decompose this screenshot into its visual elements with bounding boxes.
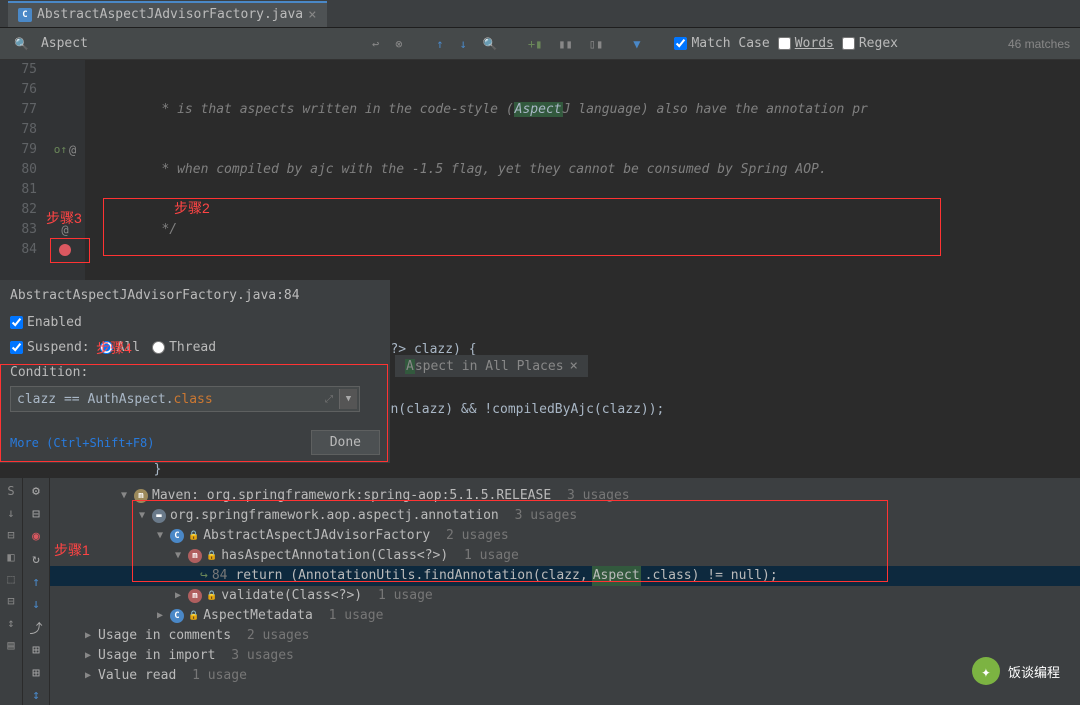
override-icon[interactable]: o↑ [54, 140, 67, 160]
tree-row[interactable]: m🔒validate(Class<?>) 1 usage [50, 586, 1080, 606]
pin-icon[interactable]: ◉ [26, 527, 46, 546]
breakpoint-popup: AbstractAspectJAdvisorFactory.java:84 En… [0, 280, 390, 463]
annotation-icon: @ [69, 140, 76, 160]
rerun-icon[interactable]: ↻ [26, 550, 46, 569]
export-icon[interactable]: ⤴ [26, 618, 46, 637]
tab-filename: AbstractAspectJAdvisorFactory.java [37, 7, 303, 22]
condition-dropdown-icon[interactable]: ▼ [339, 389, 357, 409]
tree-row-selected[interactable]: ↪84return (AnnotationUtils.findAnnotatio… [50, 566, 1080, 586]
tree-row[interactable]: Usage in comments 2 usages [50, 626, 1080, 646]
prev-icon[interactable]: ↑ [26, 573, 46, 592]
tool-icon[interactable]: ⬚ [4, 572, 18, 586]
find-toolbar: 🔍 ↩ ⊗ ↑ ↓ 🔍 +▮ ▮▮ ▯▮ ▼ Match Case Words … [0, 28, 1080, 60]
class-icon: C [170, 609, 184, 623]
tree-row[interactable]: Usage in import 3 usages [50, 646, 1080, 666]
match-case-checkbox[interactable]: Match Case [674, 36, 769, 51]
search-icon: 🔍 [10, 37, 33, 51]
more-options-link[interactable]: More (Ctrl+Shift+F8) [10, 436, 155, 450]
tool-icon[interactable]: ↓ [4, 506, 18, 520]
breakpoint-location: AbstractAspectJAdvisorFactory.java:84 [10, 288, 380, 303]
find-input[interactable] [41, 36, 351, 51]
code-editor[interactable]: 757677 787980 818283 84 o↑@ @ * is that … [0, 60, 1080, 280]
code-area[interactable]: * is that aspects written in the code-st… [85, 60, 1080, 280]
enabled-checkbox[interactable]: Enabled [10, 315, 82, 330]
suspend-thread-radio[interactable]: Thread [152, 340, 216, 355]
package-icon: ▬ [152, 509, 166, 523]
condition-label: Condition: [10, 365, 380, 380]
tool-icon[interactable]: ↕ [4, 616, 18, 630]
suspend-checkbox[interactable]: Suspend: [10, 340, 90, 355]
done-button[interactable]: Done [311, 430, 380, 455]
lock-icon: 🔒 [206, 546, 217, 566]
regex-checkbox[interactable]: Regex [842, 36, 898, 51]
suspend-all-radio[interactable]: All [100, 340, 140, 355]
history-icon[interactable]: ↩ [368, 37, 383, 51]
tree-row[interactable]: m🔒hasAspectAnnotation(Class<?>) 1 usage [50, 546, 1080, 566]
file-tab[interactable]: C AbstractAspectJAdvisorFactory.java × [8, 1, 327, 27]
expand-icon[interactable]: ⊞ [26, 664, 46, 683]
close-tab-icon[interactable]: × [308, 7, 316, 23]
select-all-icon[interactable]: ▮▮ [554, 37, 576, 51]
filter-icon[interactable]: ▼ [629, 37, 644, 51]
lock-icon: 🔒 [206, 586, 217, 606]
tool-icon[interactable]: ▤ [4, 638, 18, 652]
tool-icon[interactable]: ◧ [4, 550, 18, 564]
prev-match-icon[interactable]: ↑ [432, 37, 447, 51]
watermark-text: 饭谈编程 [1008, 662, 1060, 681]
lock-icon: 🔒 [188, 526, 199, 546]
condition-input[interactable]: clazz == AuthAspect.class ⤢ ▼ [10, 386, 360, 412]
annotation-icon: @ [61, 220, 68, 240]
method-icon: m [188, 549, 202, 563]
lock-icon: 🔒 [188, 606, 199, 626]
find-all-icon[interactable]: 🔍 [479, 37, 502, 51]
settings-icon[interactable]: ⚙ [26, 482, 46, 501]
gutter-icons: o↑@ @ [45, 60, 85, 280]
next-match-icon[interactable]: ↓ [456, 37, 471, 51]
java-file-icon: C [18, 8, 32, 22]
tool-icon[interactable]: ⊟ [4, 528, 18, 542]
watermark: ✦ 饭谈编程 [972, 657, 1060, 685]
wechat-icon: ✦ [972, 657, 1000, 685]
close-icon[interactable]: × [570, 358, 578, 374]
clear-icon[interactable]: ⊗ [391, 37, 406, 51]
breakpoint-icon[interactable] [59, 244, 71, 256]
line-number-gutter: 757677 787980 818283 84 [0, 60, 45, 280]
usages-left-gutter: S ↓ ⊟ ◧ ⬚ ⊟ ↕ ▤ [0, 478, 22, 705]
tree-row[interactable]: mMaven: org.springframework:spring-aop:5… [50, 486, 1080, 506]
tree-row[interactable]: C🔒AbstractAspectJAdvisorFactory 2 usages [50, 526, 1080, 546]
find-usages-tab[interactable]: Aspect in All Places × [395, 355, 588, 377]
tool-icon[interactable]: ⊟ [4, 594, 18, 608]
remove-selection-icon[interactable]: ▯▮ [585, 37, 607, 51]
method-icon: m [188, 589, 202, 603]
tree-row[interactable]: Value read 1 usage [50, 666, 1080, 686]
tree-row[interactable]: C🔒AspectMetadata 1 usage [50, 606, 1080, 626]
class-icon: C [170, 529, 184, 543]
tool-icon[interactable]: S [4, 484, 18, 498]
usages-tree[interactable]: mMaven: org.springframework:spring-aop:5… [50, 478, 1080, 705]
tree-row[interactable]: ▬org.springframework.aop.aspectj.annotat… [50, 506, 1080, 526]
sort-icon[interactable]: ↕ [26, 686, 46, 705]
find-usages-panel: S ↓ ⊟ ◧ ⬚ ⊟ ↕ ▤ ⚙ ⊟ ◉ ↻ ↑ ↓ ⤴ ⊞ ⊞ ↕ mMav… [0, 478, 1080, 705]
collapse-icon[interactable]: ⊟ [26, 505, 46, 524]
words-checkbox[interactable]: Words [778, 36, 834, 51]
editor-tab-bar: C AbstractAspectJAdvisorFactory.java × [0, 0, 1080, 28]
add-selection-icon[interactable]: +▮ [524, 37, 546, 51]
group-icon[interactable]: ⊞ [26, 641, 46, 660]
usages-toolbar: ⚙ ⊟ ◉ ↻ ↑ ↓ ⤴ ⊞ ⊞ ↕ [22, 478, 50, 705]
expand-icon[interactable]: ⤢ [325, 394, 333, 405]
match-count: 46 matches [1008, 37, 1070, 51]
next-icon[interactable]: ↓ [26, 595, 46, 614]
maven-icon: m [134, 489, 148, 503]
